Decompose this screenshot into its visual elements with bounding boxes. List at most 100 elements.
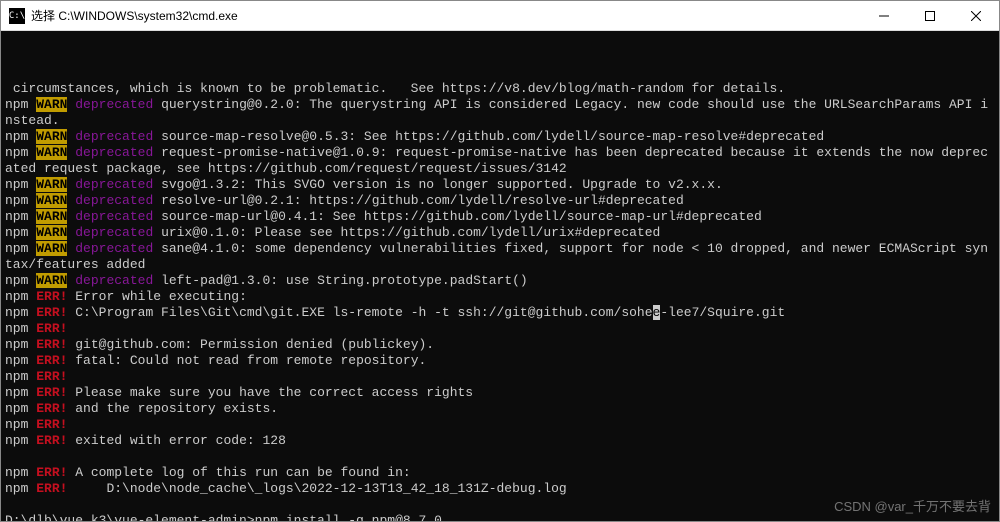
- terminal-line: npm ERR! Please make sure you have the c…: [5, 385, 995, 401]
- warn-badge: WARN: [36, 225, 67, 240]
- warn-badge: WARN: [36, 273, 67, 288]
- terminal-line: D:\dlb\vue_k3\vue-element-admin>npm inst…: [5, 513, 995, 521]
- text-span: npm: [5, 305, 36, 320]
- text-span: svgo@1.3.2: This SVGO version is no long…: [153, 177, 723, 192]
- deprecated-label: deprecated: [75, 177, 153, 192]
- terminal-line: [5, 449, 995, 465]
- err-badge: ERR!: [36, 305, 67, 320]
- warn-badge: WARN: [36, 145, 67, 160]
- text-span: sane@4.1.0: some dependency vulnerabilit…: [5, 241, 988, 272]
- maximize-button[interactable]: [907, 1, 953, 31]
- warn-badge: WARN: [36, 241, 67, 256]
- err-badge: ERR!: [36, 353, 67, 368]
- err-badge: ERR!: [36, 385, 67, 400]
- text-span: npm: [5, 417, 36, 432]
- text-span: exited with error code: 128: [67, 433, 285, 448]
- deprecated-label: deprecated: [75, 193, 153, 208]
- deprecated-label: deprecated: [75, 225, 153, 240]
- text-span: npm: [5, 145, 36, 160]
- cmd-icon: C:\: [9, 8, 25, 24]
- err-badge: ERR!: [36, 481, 67, 496]
- minimize-button[interactable]: [861, 1, 907, 31]
- cmd-window: C:\ 选择 C:\WINDOWS\system32\cmd.exe circu…: [0, 0, 1000, 522]
- warn-badge: WARN: [36, 209, 67, 224]
- text-span: D:\node\node_cache\_logs\2022-12-13T13_4…: [67, 481, 566, 496]
- text-span: npm: [5, 97, 36, 112]
- window-title: 选择 C:\WINDOWS\system32\cmd.exe: [31, 7, 238, 24]
- text-span: -lee7/Squire.git: [660, 305, 785, 320]
- text-span: npm: [5, 465, 36, 480]
- text-span: resolve-url@0.2.1: https://github.com/ly…: [153, 193, 684, 208]
- terminal-line: npm WARN deprecated left-pad@1.3.0: use …: [5, 273, 995, 289]
- terminal-line: circumstances, which is known to be prob…: [5, 81, 995, 97]
- err-badge: ERR!: [36, 289, 67, 304]
- deprecated-label: deprecated: [75, 145, 153, 160]
- err-badge: ERR!: [36, 401, 67, 416]
- close-icon: [971, 11, 981, 21]
- text-span: npm: [5, 225, 36, 240]
- text-span: npm: [5, 241, 36, 256]
- text-span: npm: [5, 321, 36, 336]
- warn-badge: WARN: [36, 129, 67, 144]
- text-span: C:\Program Files\Git\cmd\git.EXE ls-remo…: [67, 305, 652, 320]
- text-span: npm: [5, 401, 36, 416]
- maximize-icon: [925, 11, 935, 21]
- warn-badge: WARN: [36, 97, 67, 112]
- terminal-line: npm ERR! fatal: Could not read from remo…: [5, 353, 995, 369]
- terminal-line: npm ERR!: [5, 417, 995, 433]
- terminal-line: npm WARN deprecated svgo@1.3.2: This SVG…: [5, 177, 995, 193]
- text-span: npm: [5, 433, 36, 448]
- text-span: fatal: Could not read from remote reposi…: [67, 353, 426, 368]
- text-span: npm: [5, 129, 36, 144]
- err-badge: ERR!: [36, 465, 67, 480]
- err-badge: ERR!: [36, 337, 67, 352]
- terminal-output[interactable]: circumstances, which is known to be prob…: [1, 31, 999, 521]
- deprecated-label: deprecated: [75, 129, 153, 144]
- terminal-line: npm ERR! git@github.com: Permission deni…: [5, 337, 995, 353]
- err-badge: ERR!: [36, 369, 67, 384]
- terminal-line: npm WARN deprecated request-promise-nati…: [5, 145, 995, 177]
- titlebar[interactable]: C:\ 选择 C:\WINDOWS\system32\cmd.exe: [1, 1, 999, 31]
- text-span: npm: [5, 369, 36, 384]
- err-badge: ERR!: [36, 433, 67, 448]
- text-span: npm: [5, 177, 36, 192]
- terminal-line: npm ERR!: [5, 369, 995, 385]
- text-span: request-promise-native@1.0.9: request-pr…: [5, 145, 988, 176]
- err-badge: ERR!: [36, 321, 67, 336]
- warn-badge: WARN: [36, 177, 67, 192]
- deprecated-label: deprecated: [75, 241, 153, 256]
- text-span: and the repository exists.: [67, 401, 278, 416]
- close-button[interactable]: [953, 1, 999, 31]
- deprecated-label: deprecated: [75, 209, 153, 224]
- minimize-icon: [879, 11, 889, 21]
- text-span: circumstances, which is known to be prob…: [5, 81, 785, 96]
- text-span: querystring@0.2.0: The querystring API i…: [5, 97, 988, 128]
- text-span: npm: [5, 337, 36, 352]
- terminal-line: npm WARN deprecated resolve-url@0.2.1: h…: [5, 193, 995, 209]
- terminal-line: npm ERR! exited with error code: 128: [5, 433, 995, 449]
- text-span: npm: [5, 353, 36, 368]
- terminal-line: npm WARN deprecated source-map-resolve@0…: [5, 129, 995, 145]
- text-span: Error while executing:: [67, 289, 246, 304]
- text-span: D:\dlb\vue_k3\vue-element-admin>npm inst…: [5, 513, 442, 521]
- text-span: A complete log of this run can be found …: [67, 465, 410, 480]
- text-span: source-map-url@0.4.1: See https://github…: [153, 209, 762, 224]
- terminal-line: npm ERR! D:\node\node_cache\_logs\2022-1…: [5, 481, 995, 497]
- text-span: npm: [5, 273, 36, 288]
- text-span: [5, 449, 13, 464]
- text-span: npm: [5, 289, 36, 304]
- text-span: npm: [5, 385, 36, 400]
- terminal-line: npm WARN deprecated sane@4.1.0: some dep…: [5, 241, 995, 273]
- text-span: [5, 497, 13, 512]
- text-span: git@github.com: Permission denied (publi…: [67, 337, 434, 352]
- text-span: left-pad@1.3.0: use String.prototype.pad…: [153, 273, 527, 288]
- terminal-line: npm ERR!: [5, 321, 995, 337]
- text-span: source-map-resolve@0.5.3: See https://gi…: [153, 129, 824, 144]
- terminal-line: npm WARN deprecated querystring@0.2.0: T…: [5, 97, 995, 129]
- terminal-line: npm ERR! and the repository exists.: [5, 401, 995, 417]
- terminal-line: npm ERR! C:\Program Files\Git\cmd\git.EX…: [5, 305, 995, 321]
- text-span: npm: [5, 193, 36, 208]
- warn-badge: WARN: [36, 193, 67, 208]
- terminal-line: npm ERR! Error while executing:: [5, 289, 995, 305]
- text-span: npm: [5, 481, 36, 496]
